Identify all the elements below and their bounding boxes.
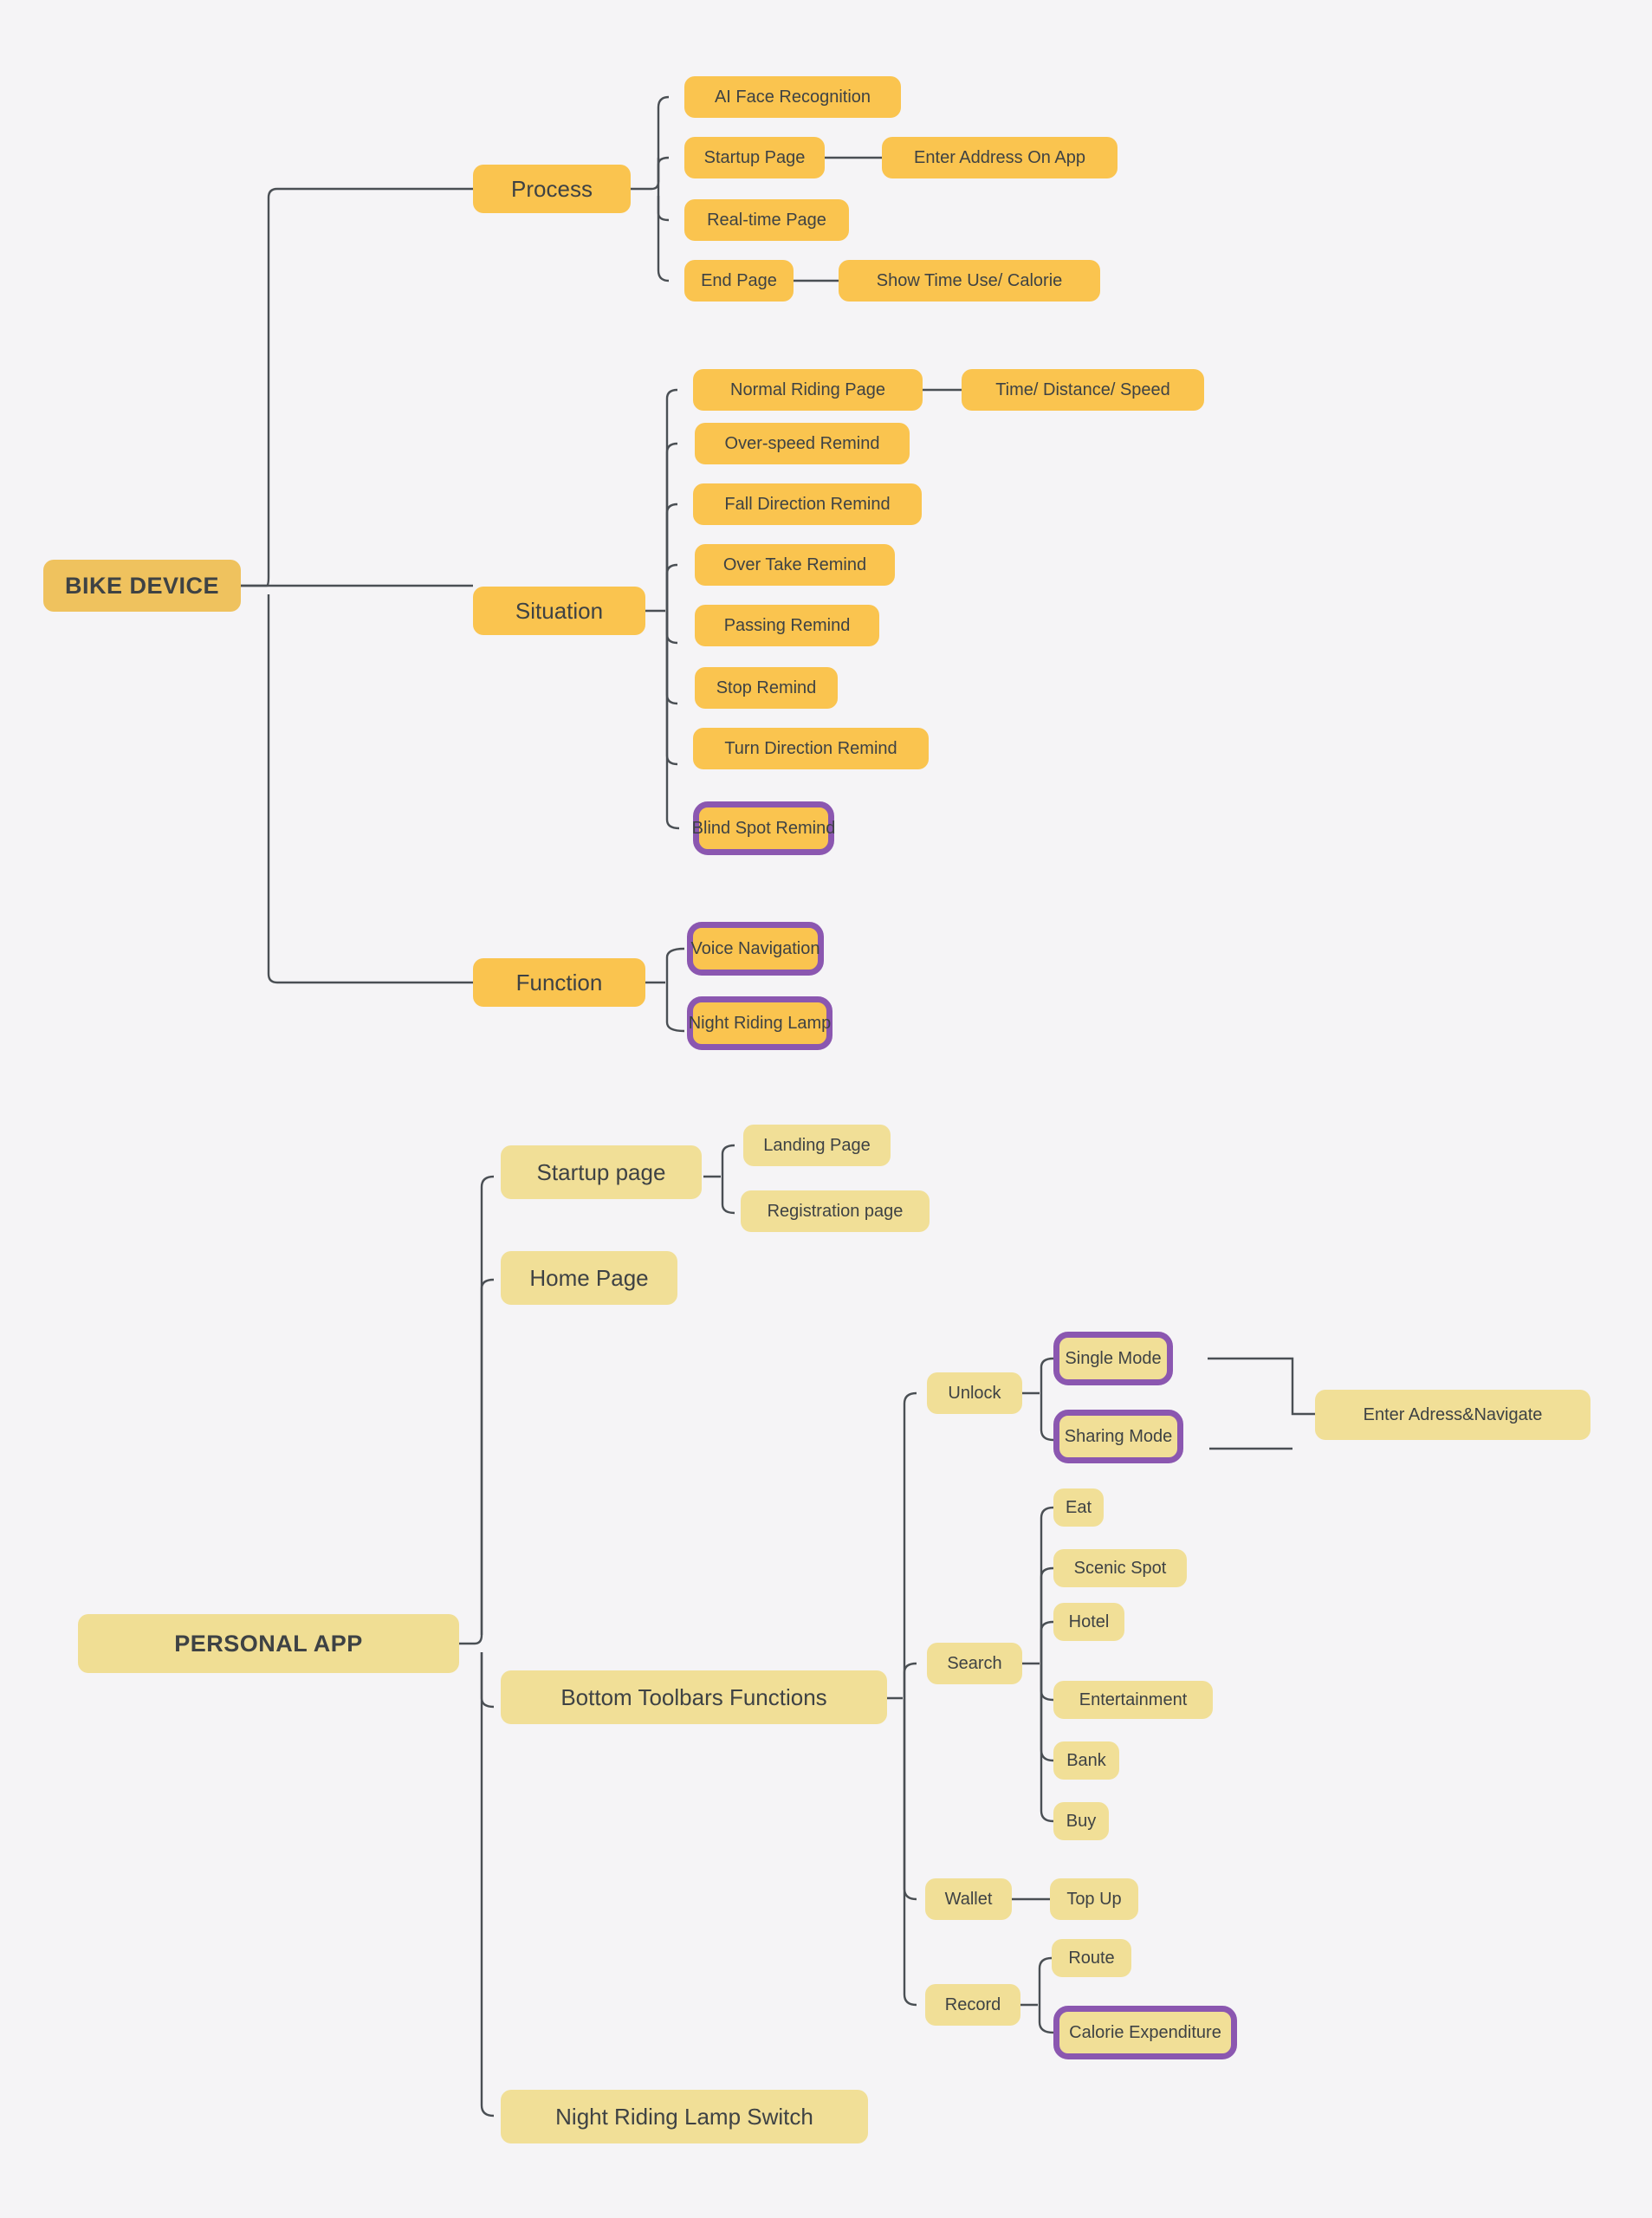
label-single-mode: Single Mode xyxy=(1065,1349,1162,1368)
label-wallet: Wallet xyxy=(944,1890,993,1909)
label-over-take-remind: Over Take Remind xyxy=(722,555,867,574)
node-startup-page[interactable]: Startup Page xyxy=(684,137,825,178)
label-turn-direction-remind: Turn Direction Remind xyxy=(724,739,897,758)
branch-label-home-page: Home Page xyxy=(529,1265,649,1291)
node-ai-face-recognition[interactable]: AI Face Recognition xyxy=(684,76,901,118)
label-search: Search xyxy=(947,1654,1002,1673)
node-top-up[interactable]: Top Up xyxy=(1050,1878,1138,1920)
node-route[interactable]: Route xyxy=(1052,1939,1131,1977)
node-bank[interactable]: Bank xyxy=(1053,1741,1119,1780)
node-calorie-expenditure[interactable]: Calorie Expenditure xyxy=(1053,2006,1237,2059)
root-node-personal-app[interactable]: PERSONAL APP xyxy=(78,1614,459,1673)
node-wallet[interactable]: Wallet xyxy=(925,1878,1012,1920)
label-show-time-use-calorie: Show Time Use/ Calorie xyxy=(876,271,1063,290)
label-fall-direction-remind: Fall Direction Remind xyxy=(724,495,891,514)
label-scenic-spot: Scenic Spot xyxy=(1073,1559,1167,1578)
label-real-time-page: Real-time Page xyxy=(707,211,826,230)
node-passing-remind[interactable]: Passing Remind xyxy=(695,605,879,646)
node-end-page[interactable]: End Page xyxy=(684,260,794,302)
label-route: Route xyxy=(1068,1949,1115,1968)
node-stop-remind[interactable]: Stop Remind xyxy=(695,667,838,709)
label-over-speed-remind: Over-speed Remind xyxy=(724,434,880,453)
node-entertainment[interactable]: Entertainment xyxy=(1053,1681,1213,1719)
node-eat[interactable]: Eat xyxy=(1053,1488,1104,1527)
mindmap-canvas: BIKE DEVICE Process AI Face Recognition … xyxy=(0,0,1652,2218)
node-over-take-remind[interactable]: Over Take Remind xyxy=(695,544,895,586)
label-sharing-mode: Sharing Mode xyxy=(1064,1427,1173,1446)
node-registration-page[interactable]: Registration page xyxy=(741,1190,930,1232)
label-top-up: Top Up xyxy=(1066,1890,1122,1909)
branch-node-process[interactable]: Process xyxy=(473,165,631,213)
node-turn-direction-remind[interactable]: Turn Direction Remind xyxy=(693,728,929,769)
node-real-time-page[interactable]: Real-time Page xyxy=(684,199,849,241)
node-search[interactable]: Search xyxy=(927,1643,1022,1684)
label-entertainment: Entertainment xyxy=(1079,1690,1188,1709)
node-fall-direction-remind[interactable]: Fall Direction Remind xyxy=(693,483,922,525)
root-label-personal-app: PERSONAL APP xyxy=(174,1630,363,1657)
label-normal-riding-page: Normal Riding Page xyxy=(730,380,885,399)
branch-node-startup-page[interactable]: Startup page xyxy=(501,1145,702,1199)
label-voice-navigation: Voice Navigation xyxy=(690,939,820,958)
label-hotel: Hotel xyxy=(1068,1612,1110,1631)
branch-label-situation: Situation xyxy=(515,598,604,624)
branch-node-bottom-toolbars-functions[interactable]: Bottom Toolbars Functions xyxy=(501,1670,887,1724)
node-unlock[interactable]: Unlock xyxy=(927,1372,1022,1414)
branch-node-function[interactable]: Function xyxy=(473,958,645,1007)
node-enter-adress-navigate[interactable]: Enter Adress&Navigate xyxy=(1315,1390,1590,1440)
node-over-speed-remind[interactable]: Over-speed Remind xyxy=(695,423,910,464)
node-scenic-spot[interactable]: Scenic Spot xyxy=(1053,1549,1187,1587)
branch-label-night-riding-lamp-switch: Night Riding Lamp Switch xyxy=(555,2104,813,2130)
node-voice-navigation[interactable]: Voice Navigation xyxy=(687,922,824,976)
node-night-riding-lamp[interactable]: Night Riding Lamp xyxy=(687,996,832,1050)
branch-node-situation[interactable]: Situation xyxy=(473,587,645,635)
branch-label-startup-page: Startup page xyxy=(536,1159,666,1185)
label-record: Record xyxy=(944,1995,1001,2014)
label-eat: Eat xyxy=(1065,1498,1092,1517)
node-single-mode[interactable]: Single Mode xyxy=(1053,1332,1173,1385)
label-bank: Bank xyxy=(1066,1751,1106,1770)
node-time-distance-speed[interactable]: Time/ Distance/ Speed xyxy=(962,369,1204,411)
branch-node-night-riding-lamp-switch[interactable]: Night Riding Lamp Switch xyxy=(501,2090,868,2143)
label-enter-address-on-app: Enter Address On App xyxy=(914,148,1085,167)
label-time-distance-speed: Time/ Distance/ Speed xyxy=(995,380,1170,399)
node-buy[interactable]: Buy xyxy=(1053,1802,1109,1840)
label-unlock: Unlock xyxy=(948,1384,1001,1403)
node-blind-spot-remind[interactable]: Blind Spot Remind xyxy=(691,801,836,855)
label-stop-remind: Stop Remind xyxy=(716,678,817,697)
node-enter-address-on-app[interactable]: Enter Address On App xyxy=(882,137,1118,178)
label-landing-page: Landing Page xyxy=(763,1136,871,1155)
connector-lines xyxy=(241,95,1315,2117)
label-end-page: End Page xyxy=(701,271,777,290)
root-node-bike-device[interactable]: BIKE DEVICE xyxy=(43,560,241,612)
node-sharing-mode[interactable]: Sharing Mode xyxy=(1053,1410,1183,1463)
node-record[interactable]: Record xyxy=(925,1984,1020,2026)
branch-label-function: Function xyxy=(515,970,603,996)
label-calorie-expenditure: Calorie Expenditure xyxy=(1069,2023,1221,2042)
node-normal-riding-page[interactable]: Normal Riding Page xyxy=(693,369,923,411)
label-enter-adress-navigate: Enter Adress&Navigate xyxy=(1363,1405,1543,1424)
label-night-riding-lamp: Night Riding Lamp xyxy=(688,1014,832,1033)
branch-node-home-page[interactable]: Home Page xyxy=(501,1251,677,1305)
label-registration-page: Registration page xyxy=(767,1202,904,1221)
label-blind-spot-remind: Blind Spot Remind xyxy=(691,819,836,838)
branch-label-process: Process xyxy=(511,176,593,202)
label-buy: Buy xyxy=(1066,1812,1097,1831)
node-hotel[interactable]: Hotel xyxy=(1053,1603,1124,1641)
label-ai-face-recognition: AI Face Recognition xyxy=(714,88,871,107)
node-show-time-use-calorie[interactable]: Show Time Use/ Calorie xyxy=(839,260,1100,302)
label-startup-page: Startup Page xyxy=(703,148,806,167)
label-passing-remind: Passing Remind xyxy=(723,616,851,635)
root-label-bike-device: BIKE DEVICE xyxy=(64,572,220,599)
node-landing-page[interactable]: Landing Page xyxy=(743,1125,891,1166)
branch-label-bottom-toolbars-functions: Bottom Toolbars Functions xyxy=(560,1684,827,1710)
